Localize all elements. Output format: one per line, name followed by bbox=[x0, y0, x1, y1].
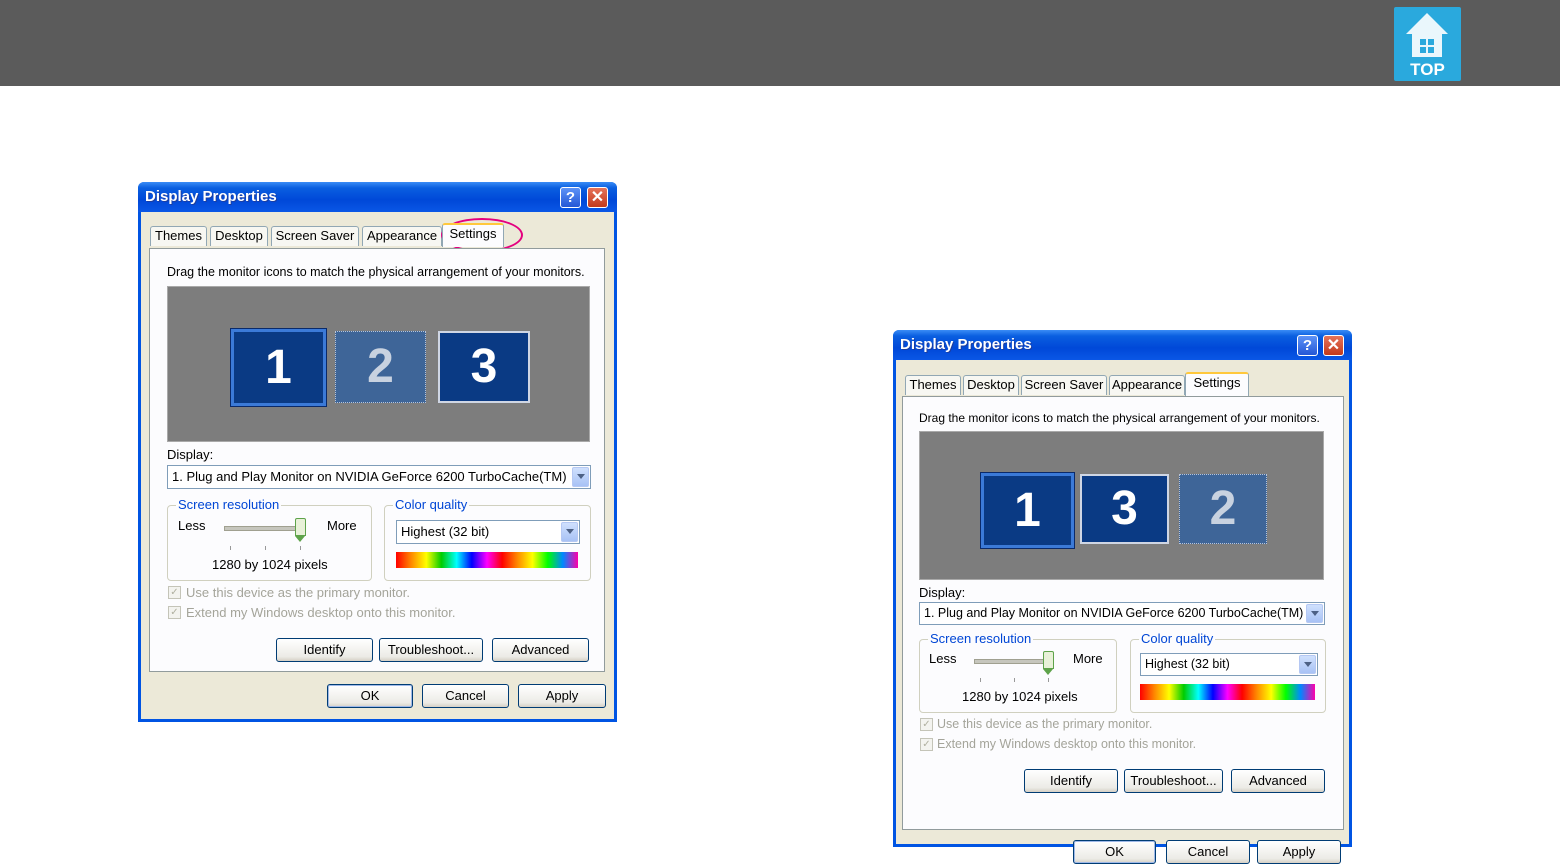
color-quality-title: Color quality bbox=[1139, 631, 1216, 646]
slider-tick bbox=[265, 546, 266, 550]
color-quality-title: Color quality bbox=[393, 497, 470, 512]
display-value: 1. Plug and Play Monitor on NVIDIA GeFor… bbox=[924, 606, 1304, 620]
apply-button[interactable]: Apply bbox=[518, 684, 606, 708]
more-label: More bbox=[1073, 651, 1103, 666]
monitor-arrangement-area: 1 2 3 bbox=[167, 286, 590, 442]
extend-desktop-label: Extend my Windows desktop onto this moni… bbox=[937, 737, 1197, 751]
screen-resolution-group: Screen resolution Less More 1280 by 1024… bbox=[919, 631, 1117, 713]
resolution-slider-track[interactable] bbox=[974, 659, 1054, 664]
title-bar[interactable]: Display Properties ? ✕ bbox=[138, 182, 617, 212]
settings-panel: Drag the monitor icons to match the phys… bbox=[149, 248, 605, 672]
instruction-text: Drag the monitor icons to match the phys… bbox=[167, 265, 585, 279]
ok-button[interactable]: OK bbox=[327, 684, 413, 708]
top-label: TOP bbox=[1410, 60, 1445, 79]
troubleshoot-button[interactable]: Troubleshoot... bbox=[1124, 769, 1223, 793]
less-label: Less bbox=[178, 518, 206, 533]
help-button[interactable]: ? bbox=[1297, 335, 1318, 356]
display-value: 1. Plug and Play Monitor on NVIDIA GeFor… bbox=[172, 469, 567, 484]
tab-screen-saver[interactable]: Screen Saver bbox=[1021, 375, 1107, 395]
display-properties-dialog-left: Display Properties ? ✕ Themes Desktop Sc… bbox=[138, 182, 617, 722]
resolution-value: 1280 by 1024 pixels bbox=[962, 689, 1078, 704]
display-select[interactable]: 1. Plug and Play Monitor on NVIDIA GeFor… bbox=[919, 602, 1325, 625]
slider-tick bbox=[980, 678, 981, 682]
extend-desktop-label: Extend my Windows desktop onto this moni… bbox=[186, 605, 456, 620]
identify-button[interactable]: Identify bbox=[1024, 769, 1118, 793]
dialog-title: Display Properties bbox=[900, 336, 1032, 353]
color-quality-value: Highest (32 bit) bbox=[401, 524, 490, 539]
cancel-button[interactable]: Cancel bbox=[1166, 840, 1250, 864]
tab-settings[interactable]: Settings bbox=[1185, 372, 1249, 396]
tab-appearance[interactable]: Appearance bbox=[362, 226, 442, 246]
resolution-slider-track[interactable] bbox=[224, 526, 306, 531]
primary-monitor-label: Use this device as the primary monitor. bbox=[937, 717, 1153, 731]
monitor-3[interactable]: 3 bbox=[1080, 474, 1169, 544]
top-button[interactable]: TOP bbox=[1394, 7, 1461, 81]
tab-desktop[interactable]: Desktop bbox=[210, 226, 268, 246]
extend-desktop-checkbox[interactable]: ✓ bbox=[920, 738, 933, 751]
identify-button[interactable]: Identify bbox=[276, 638, 373, 662]
screen-resolution-title: Screen resolution bbox=[928, 631, 1034, 646]
color-quality-select[interactable]: Highest (32 bit) bbox=[1140, 653, 1318, 676]
ok-button[interactable]: OK bbox=[1073, 840, 1156, 864]
tab-screen-saver[interactable]: Screen Saver bbox=[271, 226, 359, 246]
chevron-down-icon[interactable] bbox=[1299, 655, 1316, 674]
primary-monitor-label: Use this device as the primary monitor. bbox=[186, 585, 410, 600]
settings-panel: Drag the monitor icons to match the phys… bbox=[902, 396, 1344, 830]
home-icon bbox=[1406, 13, 1448, 57]
more-label: More bbox=[327, 518, 357, 533]
color-quality-group: Color quality Highest (32 bit) bbox=[1130, 631, 1326, 713]
advanced-button[interactable]: Advanced bbox=[492, 638, 589, 662]
color-quality-value: Highest (32 bit) bbox=[1145, 657, 1230, 671]
close-button[interactable]: ✕ bbox=[1323, 335, 1344, 356]
slider-tick bbox=[1014, 678, 1015, 682]
monitor-1[interactable]: 1 bbox=[230, 328, 327, 407]
color-quality-group: Color quality Highest (32 bit) bbox=[384, 497, 591, 581]
chevron-down-icon[interactable] bbox=[572, 467, 589, 487]
resolution-value: 1280 by 1024 pixels bbox=[212, 557, 328, 572]
apply-button[interactable]: Apply bbox=[1257, 840, 1341, 864]
display-label: Display: bbox=[919, 585, 966, 600]
display-select[interactable]: 1. Plug and Play Monitor on NVIDIA GeFor… bbox=[167, 465, 591, 489]
troubleshoot-button[interactable]: Troubleshoot... bbox=[379, 638, 483, 662]
color-spectrum-bar bbox=[1140, 684, 1315, 700]
display-properties-dialog-right: Display Properties ? ✕ Themes Desktop Sc… bbox=[893, 330, 1352, 864]
resolution-slider-thumb[interactable] bbox=[295, 518, 306, 542]
monitor-2[interactable]: 2 bbox=[335, 331, 426, 403]
chevron-down-icon[interactable] bbox=[561, 522, 578, 542]
tab-appearance[interactable]: Appearance bbox=[1109, 375, 1185, 395]
primary-monitor-checkbox[interactable]: ✓ bbox=[920, 718, 933, 731]
dialog-body: Themes Desktop Screen Saver Appearance S… bbox=[141, 212, 614, 719]
slider-tick bbox=[1048, 678, 1049, 682]
tab-themes[interactable]: Themes bbox=[905, 375, 961, 395]
extend-desktop-checkbox[interactable]: ✓ bbox=[168, 606, 181, 619]
dialog-title: Display Properties bbox=[145, 188, 277, 205]
tab-desktop[interactable]: Desktop bbox=[963, 375, 1019, 395]
header-bar bbox=[0, 0, 1560, 86]
monitor-arrangement-area: 1 3 2 bbox=[919, 431, 1324, 580]
slider-tick bbox=[230, 546, 231, 550]
display-label: Display: bbox=[167, 447, 214, 462]
color-quality-select[interactable]: Highest (32 bit) bbox=[396, 520, 580, 544]
instruction-text: Drag the monitor icons to match the phys… bbox=[919, 411, 1320, 425]
chevron-down-icon[interactable] bbox=[1306, 604, 1323, 623]
screen-resolution-group: Screen resolution Less More 1280 by 1024… bbox=[167, 497, 372, 581]
less-label: Less bbox=[929, 651, 957, 666]
slider-tick bbox=[300, 546, 301, 550]
primary-monitor-checkbox[interactable]: ✓ bbox=[168, 586, 181, 599]
close-button[interactable]: ✕ bbox=[587, 187, 608, 208]
monitor-2[interactable]: 2 bbox=[1179, 474, 1267, 544]
title-bar[interactable]: Display Properties ? ✕ bbox=[893, 330, 1352, 360]
dialog-body: Themes Desktop Screen Saver Appearance S… bbox=[896, 360, 1349, 864]
screen-resolution-title: Screen resolution bbox=[176, 497, 282, 512]
advanced-button[interactable]: Advanced bbox=[1231, 769, 1325, 793]
tab-themes[interactable]: Themes bbox=[150, 226, 207, 246]
cancel-button[interactable]: Cancel bbox=[422, 684, 509, 708]
resolution-slider-thumb[interactable] bbox=[1043, 651, 1054, 675]
help-button[interactable]: ? bbox=[560, 187, 581, 208]
monitor-1[interactable]: 1 bbox=[980, 472, 1075, 549]
tab-settings[interactable]: Settings bbox=[442, 223, 504, 247]
monitor-3[interactable]: 3 bbox=[438, 331, 530, 403]
color-spectrum-bar bbox=[396, 552, 578, 568]
